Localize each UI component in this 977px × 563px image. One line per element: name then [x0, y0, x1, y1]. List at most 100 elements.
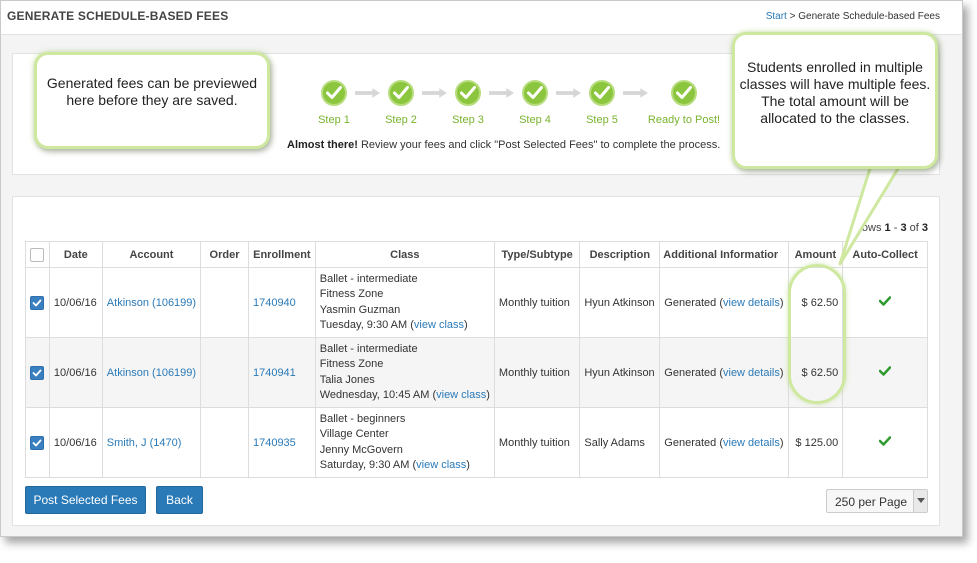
class-paren: ) — [464, 319, 468, 331]
account-link[interactable]: Atkinson (106199) — [107, 367, 196, 379]
chevron-down-icon[interactable] — [913, 490, 927, 512]
step-label: Ready to Post! — [647, 114, 721, 126]
check-circle-icon — [589, 80, 615, 106]
select-all-checkbox[interactable] — [30, 247, 45, 262]
table-row: 10/06/16 Smith, J (1470) 1740935 Ballet - b… — [25, 407, 928, 478]
row-auto-collect — [842, 337, 928, 408]
row-checkbox[interactable] — [30, 295, 45, 310]
per-page-value: 250 per Page — [835, 495, 908, 509]
class-name: Ballet - intermediate — [319, 342, 418, 355]
row-order — [200, 337, 249, 408]
row-account: Atkinson (106199) — [101, 267, 202, 338]
check-circle-icon — [455, 80, 481, 106]
view-class-link[interactable]: view class — [416, 459, 466, 471]
class-location: Fitness Zone — [319, 358, 384, 370]
col-header-account[interactable]: Account — [101, 241, 202, 268]
step-progress: Step 1 Step 2 Step 3 Step 4 Step 5 Ready to P… — [313, 80, 720, 126]
step-label: Step 4 — [519, 114, 551, 126]
breadcrumb-separator: > — [786, 11, 799, 22]
select-all-header[interactable] — [25, 241, 50, 268]
account-link[interactable]: Atkinson (106199) — [107, 297, 196, 309]
col-header-class[interactable]: Class — [314, 241, 495, 268]
row-class: Ballet - beginners Village Center Jenny Mc… — [314, 407, 495, 478]
post-selected-fees-button[interactable]: Post Selected Fees — [25, 486, 146, 514]
row-date: 10/06/16 — [48, 337, 103, 408]
process-instructions: Almost there! Review your fees and click… — [287, 139, 720, 151]
view-details-link[interactable]: view details — [723, 437, 780, 449]
arrow-right-icon — [556, 80, 581, 106]
process-bold: Almost there! — [287, 139, 358, 151]
row-date: 10/06/16 — [48, 407, 103, 478]
back-button[interactable]: Back — [156, 486, 203, 514]
check-circle-icon — [522, 80, 548, 106]
row-auto-collect — [842, 407, 928, 478]
check-circle-icon — [671, 80, 697, 106]
class-instructor: Jenny McGovern — [319, 443, 403, 456]
step-label: Step 1 — [318, 114, 350, 126]
class-name: Ballet - beginners — [319, 412, 406, 425]
step-2: Step 2 — [380, 80, 422, 126]
row-select-cell[interactable] — [25, 407, 50, 478]
breadcrumb-current: Generate Schedule-based Fees — [798, 11, 940, 22]
step-label: Step 3 — [452, 114, 484, 126]
view-class-link[interactable]: view class — [414, 319, 464, 331]
row-class: Ballet - intermediate Fitness Zone Talia J… — [314, 337, 495, 408]
info-prefix: Generated ( — [664, 296, 723, 309]
row-additional-info: Generated (view details) — [659, 337, 789, 408]
class-schedule: Saturday, 9:30 AM (view class) — [320, 458, 490, 474]
check-circle-icon — [388, 80, 414, 106]
process-text: Review your fees and click "Post Selecte… — [357, 139, 721, 151]
col-header-type[interactable]: Type/Subtype — [493, 241, 581, 268]
view-details-link[interactable]: view details — [723, 367, 780, 379]
col-header-additional-info[interactable]: Additional Informatior — [659, 241, 789, 268]
arrow-right-icon — [623, 80, 648, 106]
row-checkbox[interactable] — [30, 435, 45, 450]
callout-multiple-fees-note: Students enrolled in multiple classes wi… — [732, 32, 938, 169]
class-time: Saturday, 9:30 AM ( — [319, 459, 417, 471]
per-page-select[interactable]: 250 per Page — [826, 489, 928, 513]
arrow-right-icon — [355, 80, 380, 106]
enrollment-link[interactable]: 1740935 — [253, 437, 296, 449]
callout-preview-note: Generated fees can be previewed here bef… — [34, 52, 270, 149]
col-header-date[interactable]: Date — [48, 241, 103, 268]
col-header-enrollment[interactable]: Enrollment — [247, 241, 316, 268]
row-account: Atkinson (106199) — [101, 337, 202, 408]
row-order — [200, 267, 249, 338]
row-select-cell[interactable] — [25, 267, 50, 338]
info-prefix: Generated ( — [664, 366, 723, 379]
view-class-link[interactable]: view class — [436, 389, 486, 401]
enrollment-link[interactable]: 1740940 — [253, 297, 296, 309]
info-paren: ) — [779, 436, 784, 449]
arrow-right-icon — [422, 80, 447, 106]
check-circle-icon — [321, 80, 347, 106]
row-type: Monthly tuition — [493, 267, 581, 338]
class-instructor: Yasmin Guzman — [319, 303, 401, 316]
row-select-cell[interactable] — [25, 337, 50, 408]
row-enrollment: 1740940 — [247, 267, 316, 338]
step-5: Step 5 — [581, 80, 623, 126]
row-additional-info: Generated (view details) — [659, 267, 789, 338]
step-6: Ready to Post! — [648, 80, 720, 126]
callout-pointer — [838, 160, 906, 266]
rows-total: 3 — [921, 222, 928, 234]
class-location: Village Center — [319, 428, 389, 440]
step-label: Step 2 — [385, 114, 417, 126]
class-paren: ) — [466, 459, 470, 471]
row-auto-collect — [842, 267, 928, 338]
row-description: Sally Adams — [579, 407, 661, 478]
enrollment-link[interactable]: 1740941 — [253, 367, 296, 379]
class-instructor: Talia Jones — [319, 373, 375, 386]
row-description: Hyun Atkinson — [579, 267, 661, 338]
col-header-description[interactable]: Description — [579, 241, 661, 268]
row-account: Smith, J (1470) — [101, 407, 202, 478]
class-name: Ballet - intermediate — [319, 272, 418, 285]
checkmark-icon — [878, 436, 892, 449]
row-checkbox[interactable] — [30, 365, 45, 380]
step-label: Step 5 — [586, 114, 618, 126]
class-paren: ) — [486, 389, 490, 401]
row-additional-info: Generated (view details) — [659, 407, 789, 478]
view-details-link[interactable]: view details — [723, 297, 780, 309]
col-header-order[interactable]: Order — [200, 241, 249, 268]
breadcrumb-start-link[interactable]: Start — [766, 11, 787, 22]
account-link[interactable]: Smith, J (1470) — [107, 437, 182, 449]
